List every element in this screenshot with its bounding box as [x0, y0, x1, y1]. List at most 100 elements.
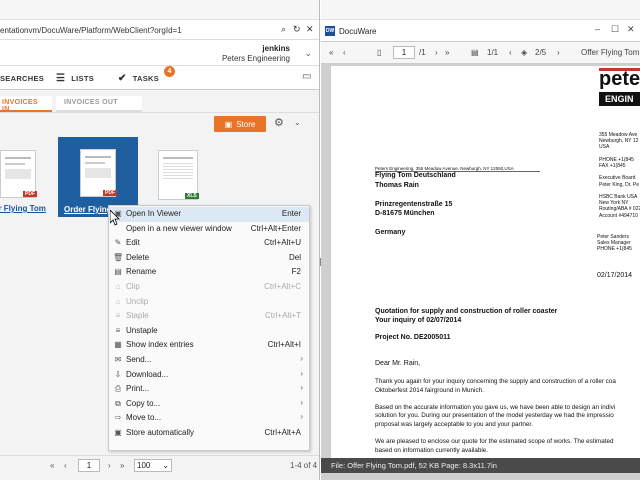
print-icon: ⎙ [114, 384, 122, 394]
next-doc-icon[interactable]: › [557, 48, 560, 57]
unstaple-icon: ≡ [115, 325, 121, 335]
copy-icon: ⧉ [115, 398, 121, 408]
menu-item-download[interactable]: ⇩ Download... › [109, 368, 309, 383]
page-size-select[interactable]: 100 ⌄ [134, 459, 172, 472]
menu-item-edit[interactable]: ✎ Edit Ctrl+Alt+U [109, 236, 309, 251]
menu-item-shortcut: Del [288, 252, 301, 262]
page-input[interactable]: 1 [78, 459, 100, 472]
url-text[interactable]: entationvm/DocuWare/Platform/WebClient?o… [0, 26, 182, 35]
menu-item-unclip[interactable]: ⌂ Unclip [109, 295, 309, 310]
recip-line: Germany [375, 229, 406, 236]
tab-invoices-in[interactable]: INVOICES IN [0, 96, 52, 113]
menu-item-shortcut: Ctrl+Alt+C [264, 282, 301, 291]
nav-lists[interactable]: ☰ LISTS [56, 66, 94, 90]
recip-line: Prinzregentenstraße 15 [375, 200, 453, 208]
next-page-icon[interactable]: › [435, 48, 438, 57]
nav-tasks[interactable]: ✔ TASKS [118, 66, 159, 90]
menu-item-copy-to[interactable]: ⧉ Copy to... › [109, 397, 309, 412]
page-icon[interactable]: ▯ [377, 48, 381, 57]
menu-item-print[interactable]: ⎙ Print... › [109, 382, 309, 397]
user-name: jenkins [262, 44, 290, 53]
menu-item-rename[interactable]: ▤ Rename F2 [109, 265, 309, 280]
chevron-down-icon[interactable]: ⌄ [294, 118, 301, 127]
viewer-toolbar: « ‹ ▯ 1 /1 › » ▤ 1/1 ‹ ◈ 2/5 › Offer Fly… [321, 42, 640, 64]
menu-item-open-in-viewer[interactable]: ▣ Open In Viewer Enter [109, 207, 309, 222]
document-icon[interactable]: ▤ [471, 48, 479, 57]
menu-item-show-index-entries[interactable]: ▦ Show index entries Ctrl+Alt+I [109, 338, 309, 353]
body-line: We are pleased to enclose our quote for … [375, 438, 614, 446]
tab-invoices-out[interactable]: INVOICES OUT [56, 96, 142, 112]
menu-item-move-to[interactable]: ⇨ Move to... › [109, 411, 309, 426]
recip-line: Thomas Rain [375, 181, 419, 189]
body-line: Thank you again for your inquiry concern… [375, 378, 616, 385]
close-icon[interactable]: ✕ [306, 24, 314, 35]
mouse-cursor-icon [110, 210, 120, 226]
first-page-icon[interactable]: « [329, 48, 333, 57]
maximize-icon[interactable]: ☐ [611, 24, 619, 35]
store-icon: ▣ [114, 428, 122, 437]
refresh-icon[interactable]: ↻ [293, 24, 301, 35]
page-total: /1 [419, 48, 426, 57]
document-label[interactable]: er Flying Tom [0, 204, 46, 213]
menu-item-send[interactable]: ✉ Send... › [109, 353, 309, 368]
viewer-page-input[interactable]: 1 [393, 46, 415, 59]
browser-tab-strip [0, 0, 319, 20]
brand-logo-bottom: ENGIN [605, 94, 634, 104]
menu-item-label: Print... [126, 384, 150, 394]
page-size-value: 100 [137, 461, 151, 470]
mail-icon: ✉ [114, 355, 122, 364]
pager: « ‹ 1 › » 100 ⌄ 1-4 of 4 [0, 455, 319, 475]
menu-item-unstaple[interactable]: ≡ Unstaple [109, 324, 309, 339]
menu-item-open-in-a-new-viewer-window[interactable]: Open in a new viewer window Ctrl+Alt+Ente… [109, 222, 309, 237]
window-icon[interactable]: ▭ [302, 71, 311, 82]
minimize-icon[interactable]: – [595, 24, 600, 34]
menu-item-label: Rename [126, 267, 157, 277]
chevron-down-icon[interactable]: ⌄ [304, 48, 312, 59]
prev-page-icon[interactable]: ‹ [343, 48, 346, 57]
document-label[interactable]: Order Flying [64, 205, 112, 214]
chevron-down-icon: ⌄ [162, 461, 169, 470]
menu-item-label: Open in a new viewer window [126, 223, 232, 233]
address-bar[interactable]: entationvm/DocuWare/Platform/WebClient?o… [0, 20, 319, 40]
close-icon[interactable]: ✕ [627, 24, 635, 35]
clip-icon: ⌂ [115, 282, 121, 291]
chevron-right-icon: › [300, 412, 303, 422]
store-button[interactable]: ▣ Store [214, 116, 266, 132]
prev-doc-icon[interactable]: ‹ [509, 48, 512, 57]
gear-icon[interactable]: ⚙ [274, 116, 284, 129]
last-page-icon[interactable]: » [120, 461, 124, 470]
menu-item-label: Open In Viewer [126, 209, 181, 218]
menu-item-staple[interactable]: ≡ Staple Ctrl+Alt+T [109, 309, 309, 324]
prev-page-icon[interactable]: ‹ [64, 461, 67, 470]
layers-icon[interactable]: ◈ [521, 48, 527, 57]
menu-item-shortcut: Ctrl+Alt+Enter [250, 223, 301, 233]
nav-searches[interactable]: SEARCHES [0, 66, 44, 90]
menu-item-clip[interactable]: ⌂ Clip Ctrl+Alt+C [109, 280, 309, 295]
user-bar: jenkins Peters Engineering ⌄ [0, 40, 319, 66]
main-navigation: SEARCHES ☰ LISTS ✔ TASKS 4 ▭ [0, 66, 319, 90]
search-icon[interactable]: ⌕ [281, 24, 286, 35]
unclip-icon: ⌂ [115, 296, 121, 306]
trash-icon: 🗑 [113, 252, 124, 262]
menu-item-store-automatically[interactable]: ▣ Store automatically Ctrl+Alt+A [109, 426, 309, 441]
viewer-filename: Offer Flying Tom [581, 48, 640, 57]
document-preview: PDF [80, 149, 117, 197]
addr-line: USA [599, 144, 610, 151]
addr-line: PHONE +1(845 [599, 156, 634, 163]
next-page-icon[interactable]: › [108, 461, 111, 470]
last-page-icon[interactable]: » [445, 48, 449, 57]
recip-line: Flying Tom Deutschland [375, 172, 456, 179]
addr-line: Account #494710 [599, 212, 638, 219]
doc-pages: 1/1 [487, 48, 499, 57]
menu-item-delete[interactable]: 🗑 Delete Del [109, 251, 309, 266]
menu-item-shortcut: Ctrl+Alt+T [264, 311, 301, 321]
document-preview: PDF [0, 150, 37, 198]
menu-item-label: Delete [126, 252, 150, 262]
menu-item-shortcut: Ctrl+Alt+U [264, 238, 301, 248]
result-count: 1-4 of 4 [290, 461, 318, 470]
first-page-icon[interactable]: « [50, 461, 54, 470]
tasks-badge: 4 [164, 66, 175, 77]
menu-item-label: Show index entries [126, 340, 194, 350]
menu-item-label: Move to... [126, 413, 162, 423]
body-line: proposal was largely acceptable to you a… [375, 421, 533, 428]
